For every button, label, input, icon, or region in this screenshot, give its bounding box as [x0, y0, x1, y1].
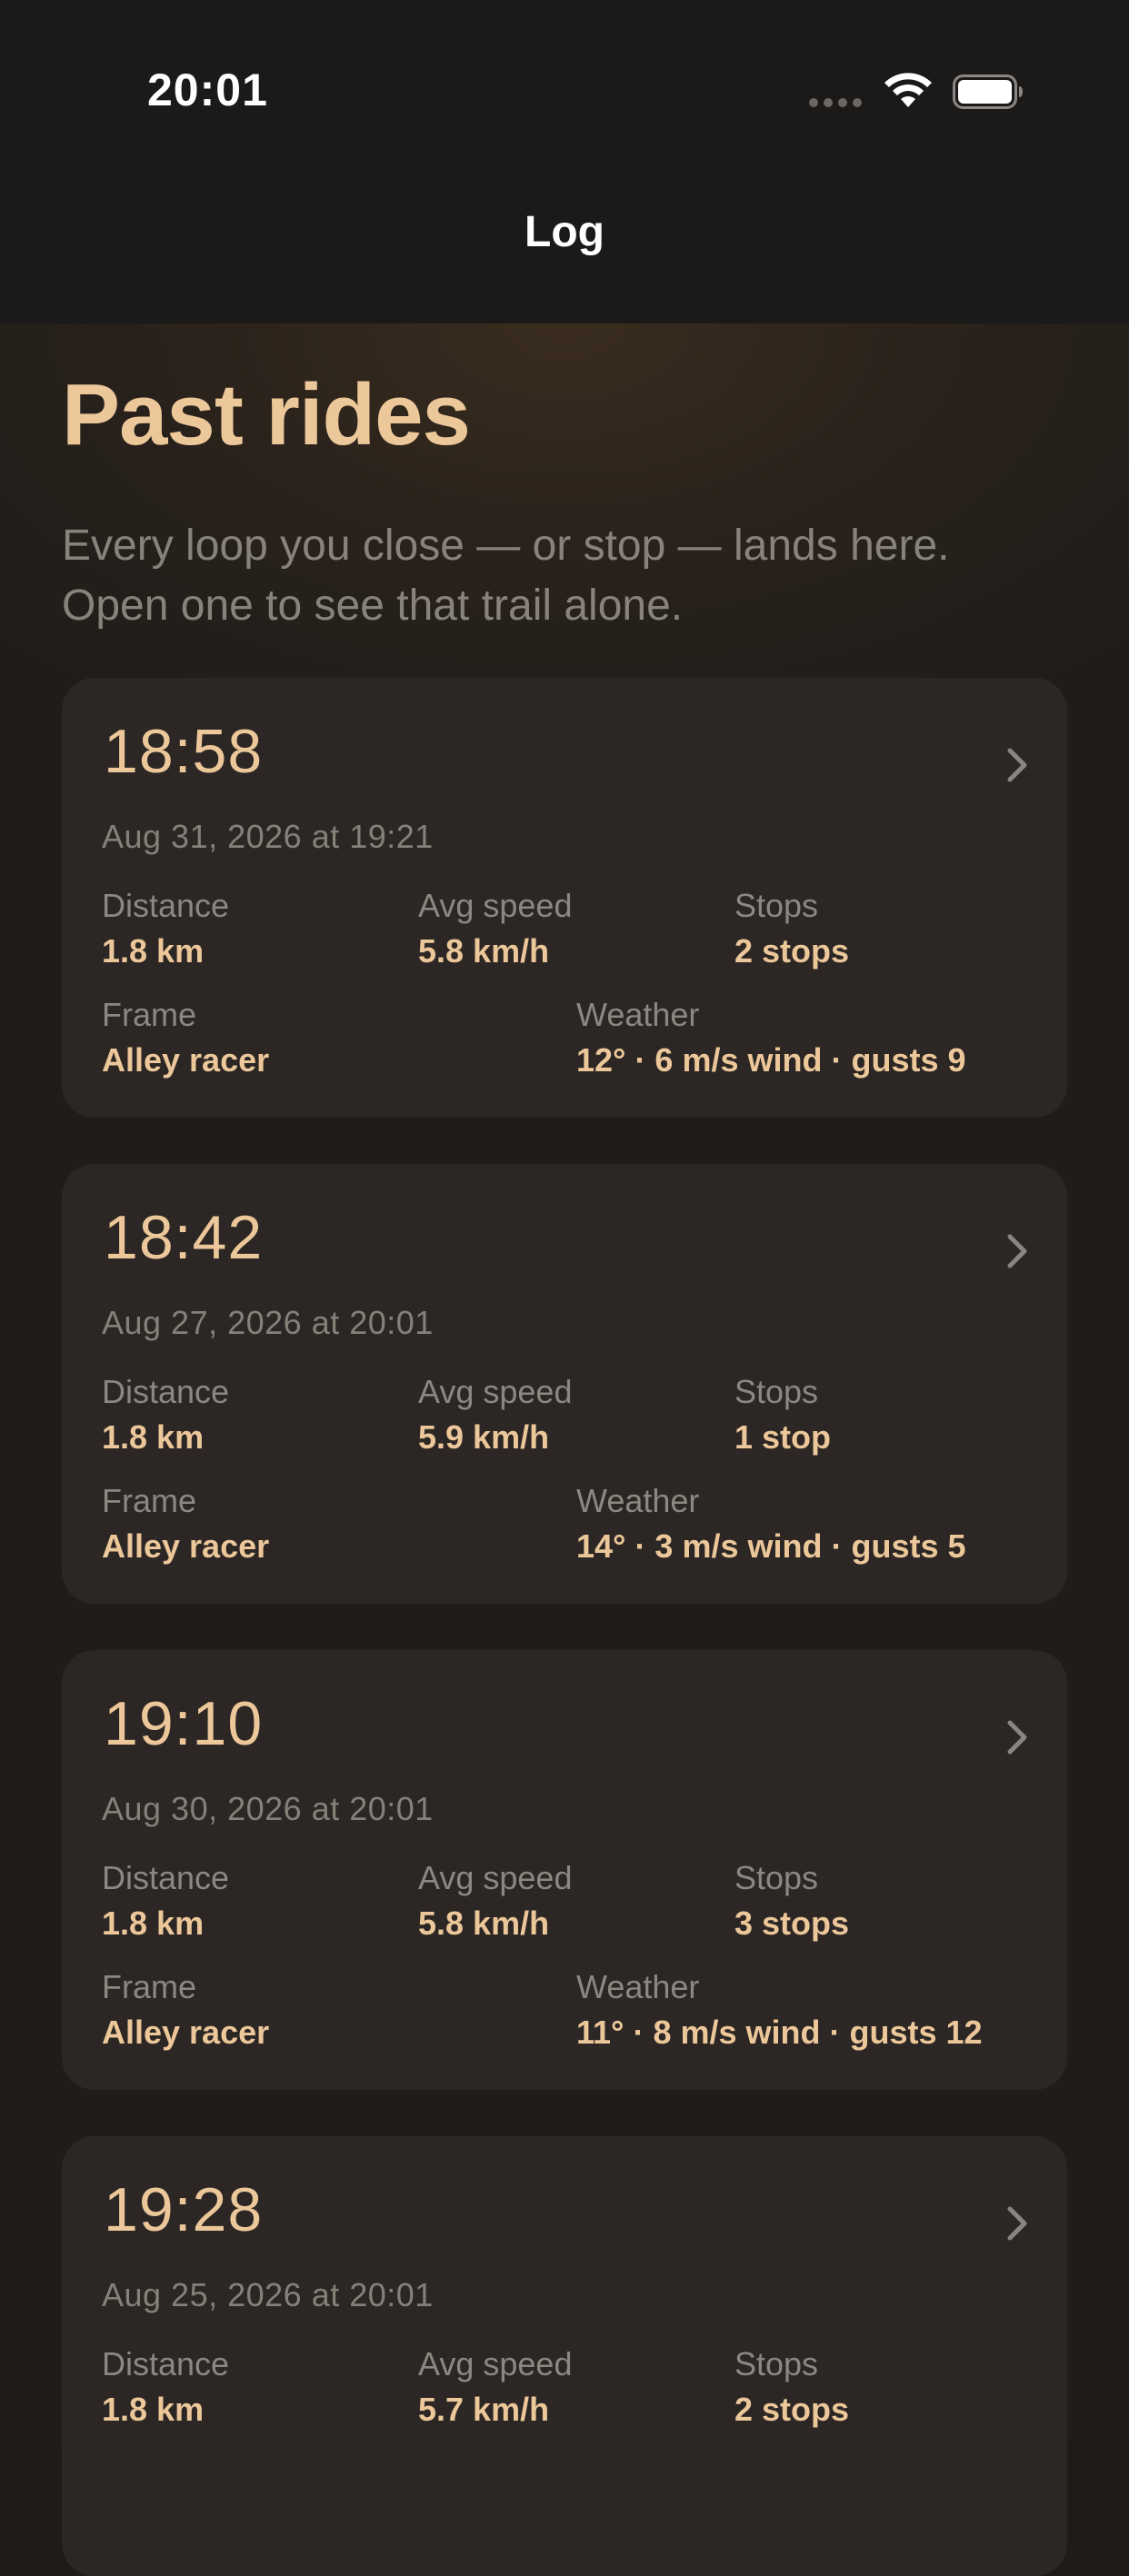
ride-date: Aug 25, 2026 at 20:01 [102, 2276, 434, 2313]
weather-label: Weather [576, 1482, 700, 1519]
stops-label: Stops [734, 887, 819, 924]
avg-speed-label: Avg speed [418, 1859, 573, 1896]
subtitle-line-1: Every loop you close — or stop — lands h… [62, 522, 950, 570]
avg-speed-label: Avg speed [418, 887, 573, 924]
avg-speed-label: Avg speed [418, 1373, 573, 1410]
distance-label: Distance [102, 1859, 230, 1896]
ride-card[interactable]: 18:58 Aug 31, 2026 at 19:21 Distance 1.8… [62, 678, 1067, 1118]
distance-value: 1.8 km [102, 2391, 205, 2428]
avg-speed-value: 5.8 km/h [418, 1905, 550, 1942]
avg-speed-value: 5.7 km/h [418, 2391, 550, 2428]
ride-duration: 18:42 [104, 1203, 264, 1272]
distance-label: Distance [102, 1373, 230, 1410]
page-title: Past rides [62, 366, 471, 463]
ride-card[interactable]: 18:42 Aug 27, 2026 at 20:01 Distance 1.8… [62, 1164, 1067, 1604]
weather-label: Weather [576, 996, 700, 1033]
ride-card[interactable]: 19:28 Aug 25, 2026 at 20:01 Distance 1.8… [62, 2136, 1067, 2576]
frame-value: Alley racer [102, 2014, 270, 2051]
subtitle-line-2: Open one to see that trail alone. [62, 582, 684, 630]
frame-label: Frame [102, 996, 197, 1033]
stops-label: Stops [734, 2345, 819, 2382]
avg-speed-label: Avg speed [418, 2345, 573, 2382]
stops-value: 3 stops [734, 1905, 850, 1942]
stops-label: Stops [734, 1373, 819, 1410]
weather-value: 12° · 6 m/s wind · gusts 9 [576, 1041, 966, 1079]
ride-duration: 18:58 [104, 717, 264, 786]
frame-label: Frame [102, 1968, 197, 2005]
weather-value: 11° · 8 m/s wind · gusts 12 [576, 2014, 983, 2051]
status-time: 20:01 [147, 65, 268, 115]
distance-value: 1.8 km [102, 1905, 205, 1942]
battery-icon [953, 75, 1023, 109]
weather-value: 14° · 3 m/s wind · gusts 5 [576, 1527, 966, 1565]
page-subtitle: Every loop you close — or stop — lands h… [62, 516, 1080, 636]
stops-value: 1 stop [734, 1418, 832, 1456]
cellular-signal-dots-icon [809, 98, 862, 107]
chevron-right-icon [1007, 1720, 1027, 1755]
ride-date: Aug 31, 2026 at 19:21 [102, 818, 434, 855]
ride-duration: 19:10 [104, 1689, 264, 1758]
avg-speed-value: 5.9 km/h [418, 1418, 550, 1456]
status-bar: 20:01 [0, 0, 1129, 182]
ride-card[interactable]: 19:10 Aug 30, 2026 at 20:01 Distance 1.8… [62, 1650, 1067, 2090]
wifi-icon [884, 73, 932, 107]
distance-label: Distance [102, 887, 230, 924]
frame-label: Frame [102, 1482, 197, 1519]
ride-duration: 19:28 [104, 2175, 264, 2244]
distance-value: 1.8 km [102, 932, 205, 970]
chevron-right-icon [1007, 748, 1027, 782]
nav-title: Log [525, 208, 604, 256]
ride-date: Aug 27, 2026 at 20:01 [102, 1304, 434, 1341]
frame-value: Alley racer [102, 1041, 270, 1079]
frame-value: Alley racer [102, 1527, 270, 1565]
stops-value: 2 stops [734, 2391, 850, 2428]
weather-label: Weather [576, 1968, 700, 2005]
distance-label: Distance [102, 2345, 230, 2382]
stops-value: 2 stops [734, 932, 850, 970]
distance-value: 1.8 km [102, 1418, 205, 1456]
chevron-right-icon [1007, 2206, 1027, 2241]
ride-date: Aug 30, 2026 at 20:01 [102, 1790, 434, 1827]
stops-label: Stops [734, 1859, 819, 1896]
chevron-right-icon [1007, 1234, 1027, 1268]
avg-speed-value: 5.8 km/h [418, 932, 550, 970]
